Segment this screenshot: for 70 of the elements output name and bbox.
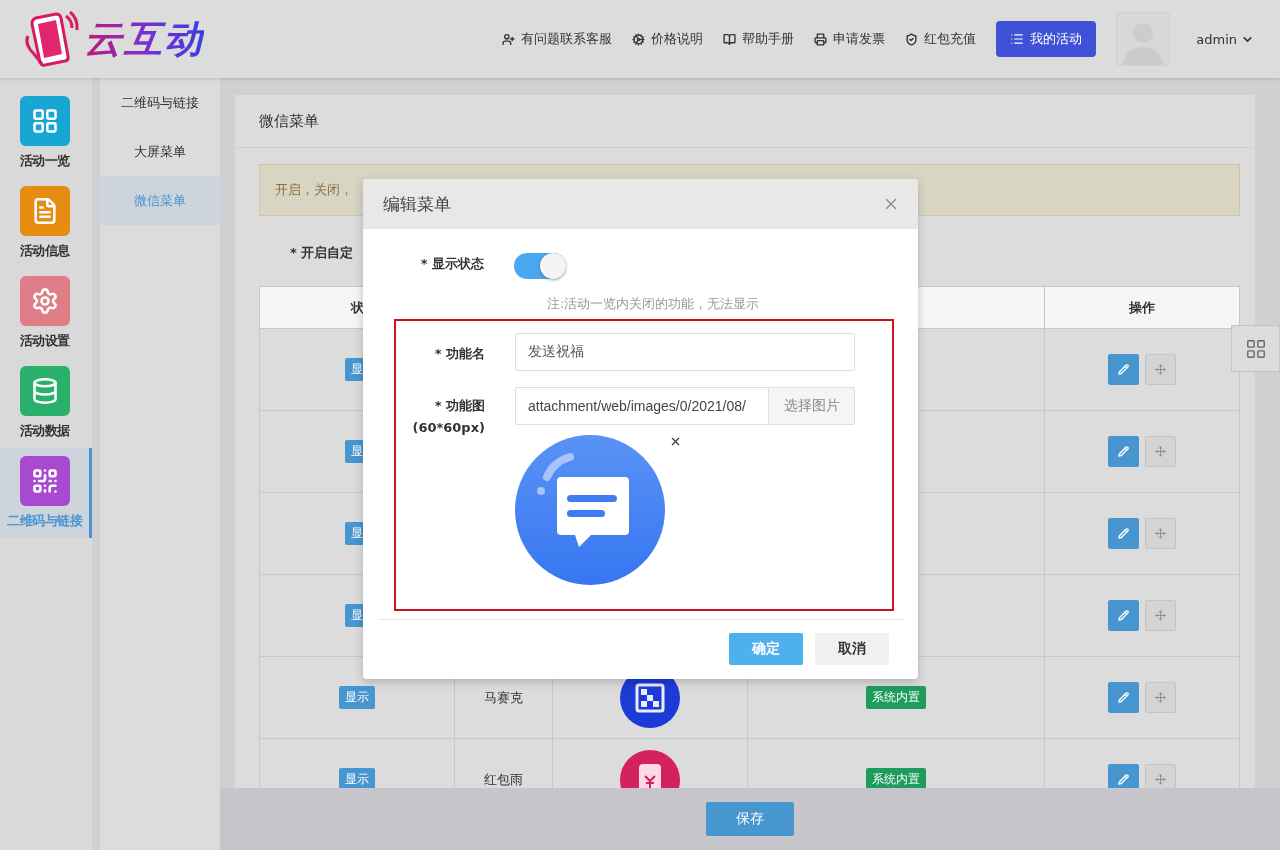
field-label: * 开启自定 — [290, 244, 354, 262]
edit-button[interactable] — [1108, 436, 1139, 467]
move-button[interactable] — [1145, 518, 1176, 549]
user-menu[interactable]: admin — [1190, 30, 1260, 48]
pencil-icon — [1118, 528, 1129, 539]
book-icon — [723, 32, 737, 46]
gear-icon — [30, 287, 59, 315]
pencil-icon — [1118, 610, 1129, 621]
sidebar-item[interactable]: 活动一览 — [0, 88, 92, 178]
move-icon — [1155, 774, 1166, 785]
pencil-icon — [1118, 364, 1129, 375]
header-link[interactable]: 帮助手册 — [723, 30, 795, 48]
move-icon — [1155, 692, 1166, 703]
pencil-icon — [1118, 692, 1129, 703]
pencil-icon — [1118, 774, 1129, 785]
subnav-item[interactable]: 二维码与链接 — [100, 78, 220, 127]
dialog-title: 编辑菜单 — [383, 192, 451, 216]
move-icon — [1155, 364, 1166, 375]
name-input[interactable]: 发送祝福 — [515, 333, 855, 371]
move-button[interactable] — [1145, 764, 1176, 788]
edit-button[interactable] — [1108, 600, 1139, 631]
database-icon — [30, 377, 59, 405]
move-button[interactable] — [1145, 436, 1176, 467]
remove-icon[interactable] — [669, 435, 682, 448]
move-button[interactable] — [1145, 682, 1176, 713]
grid-icon — [30, 107, 59, 135]
subnav-item[interactable]: 大屏菜单 — [100, 127, 220, 176]
header-link[interactable]: 有问题联系客服 — [502, 30, 613, 48]
header-link[interactable]: 红包充值 — [905, 30, 977, 48]
type-tag: 系统内置 — [866, 686, 926, 709]
cog-icon — [632, 32, 646, 46]
field-label: * 显示状态 — [419, 255, 484, 273]
size-hint: (60*60px) — [411, 419, 485, 437]
move-icon — [1155, 610, 1166, 621]
sidebar-item[interactable]: 活动数据 — [0, 358, 92, 448]
header-link[interactable]: 价格说明 — [632, 30, 704, 48]
panel-title: 微信菜单 — [235, 95, 1255, 148]
move-icon — [1155, 446, 1166, 457]
sidebar-item[interactable]: 活动设置 — [0, 268, 92, 358]
printer-icon — [814, 32, 828, 46]
grid-icon — [1244, 337, 1267, 360]
cancel-button[interactable]: 取消 — [815, 633, 889, 665]
shield-check-icon — [905, 32, 919, 46]
user-plus-icon — [502, 32, 516, 46]
my-activities-button[interactable]: 我的活动 — [996, 21, 1097, 57]
edit-button[interactable] — [1108, 354, 1139, 385]
edit-button[interactable] — [1108, 518, 1139, 549]
list-icon — [1010, 32, 1025, 46]
image-path-field[interactable]: attachment/web/images/0/2021/08/ 选择图片 — [515, 387, 855, 425]
status-tag: 显示 — [339, 686, 375, 709]
header-link[interactable]: 申请发票 — [814, 30, 886, 48]
display-toggle[interactable] — [514, 253, 566, 279]
phone-logo-icon — [22, 10, 80, 68]
column-header: 操作 — [1128, 298, 1156, 317]
table-cell: 马赛克 — [484, 688, 523, 707]
field-label: * 功能图 — [433, 397, 485, 415]
table-cell: 红包雨 — [484, 770, 523, 788]
grid-view-button[interactable] — [1231, 325, 1280, 372]
move-icon — [1155, 528, 1166, 539]
status-tag: 显示 — [339, 768, 375, 788]
pencil-icon — [1118, 446, 1129, 457]
type-tag: 系统内置 — [866, 768, 926, 788]
move-button[interactable] — [1145, 600, 1176, 631]
field-label: * 功能名 — [433, 345, 485, 363]
move-button[interactable] — [1145, 354, 1176, 385]
chat-bubble-image-icon — [515, 435, 665, 585]
edit-button[interactable] — [1108, 682, 1139, 713]
sidebar-item[interactable]: 活动信息 — [0, 178, 92, 268]
qr-code-icon — [30, 467, 59, 495]
edit-button[interactable] — [1108, 764, 1139, 788]
